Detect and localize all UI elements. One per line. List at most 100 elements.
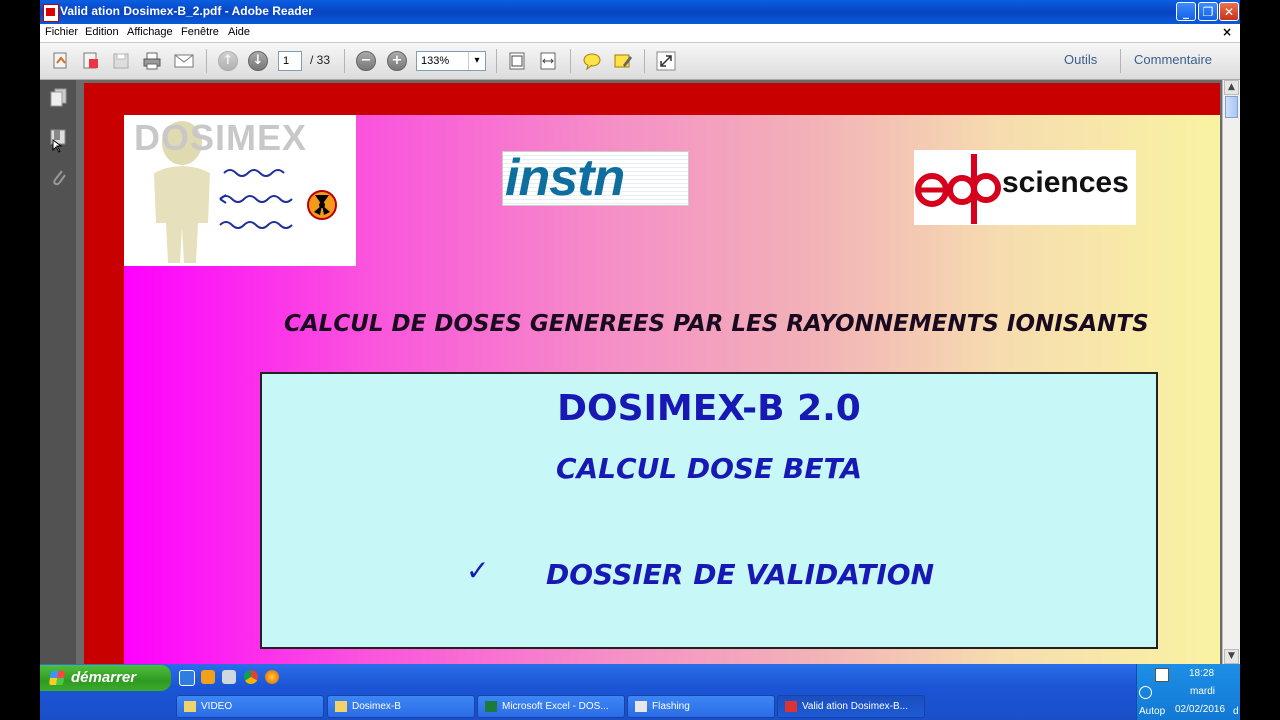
page-total: / 33 — [310, 53, 331, 67]
window-icon — [635, 701, 647, 712]
zoom-out-button[interactable]: − — [356, 51, 376, 71]
scroll-up-icon[interactable]: ▲ — [1224, 80, 1239, 95]
instn-logo-text: instn — [505, 149, 625, 207]
export-pdf-button[interactable] — [81, 51, 101, 71]
expand-arrows-icon — [656, 51, 676, 71]
tray-expand-icon[interactable] — [1139, 686, 1152, 699]
arrow-down-icon: ↓ — [252, 53, 264, 68]
paperclip-icon — [53, 170, 66, 186]
box-title: DOSIMEX-B 2.0 — [557, 388, 861, 429]
email-icon — [174, 54, 194, 68]
minus-icon: − — [360, 53, 372, 68]
edp-logo-mark — [915, 154, 1001, 224]
scrollbar-thumb[interactable] — [1225, 96, 1238, 118]
create-pdf-button[interactable] — [51, 51, 71, 71]
box-checklist-item: DOSSIER DE VALIDATION — [546, 558, 935, 591]
pages-icon — [50, 88, 67, 107]
minimize-button[interactable]: _ — [1176, 2, 1196, 21]
menu-item-aide[interactable]: Aide — [228, 26, 250, 38]
tray-app-icon[interactable] — [1155, 668, 1169, 682]
add-comment-button[interactable] — [582, 51, 602, 71]
tray-partial-label: Autop — [1139, 706, 1166, 717]
dosimex-logo-text: DOSIMEX — [134, 117, 308, 158]
clock-date: 02/02/2016 — [1175, 704, 1226, 715]
task-label: Flashing — [652, 701, 690, 712]
full-screen-button[interactable] — [656, 51, 676, 71]
edp-sciences-logo: sciences — [914, 150, 1136, 225]
highlight-button[interactable] — [613, 51, 633, 71]
start-button[interactable]: démarrer — [40, 665, 171, 691]
taskbar-item-dosimex-b[interactable]: Dosimex-B — [327, 695, 475, 718]
toolbar-separator — [570, 49, 571, 73]
window-title: Valid ation Dosimex-B_2.pdf - Adobe Read… — [60, 4, 313, 18]
document-close-button[interactable]: × — [1222, 25, 1232, 39]
close-button[interactable]: ✕ — [1219, 2, 1239, 21]
menu-item-affichage[interactable]: Affichage — [127, 26, 173, 38]
chevron-down-icon[interactable]: ▾ — [468, 52, 485, 70]
toolbar-separator — [496, 49, 497, 73]
task-label: Microsoft Excel - DOS... — [502, 701, 609, 712]
vertical-scrollbar[interactable]: ▲ ▼ — [1222, 80, 1240, 664]
tools-button[interactable]: Outils — [1064, 52, 1097, 67]
comment-pane-button[interactable]: Commentaire — [1134, 52, 1212, 67]
windows-flag-icon — [49, 671, 65, 685]
adobe-pdf-icon — [785, 701, 797, 712]
maximize-button[interactable]: ❐ — [1198, 2, 1218, 21]
previous-page-button[interactable]: ↑ — [218, 51, 238, 71]
document-headline: CALCUL DE DOSES GENEREES PAR LES RAYONNE… — [284, 311, 1149, 337]
dosimex-logo: DOSIMEX — [124, 115, 356, 266]
clock-time: 18:28 — [1189, 668, 1215, 679]
adobe-pdf-icon — [43, 4, 59, 22]
task-label: VIDEO — [201, 701, 233, 712]
save-icon — [113, 53, 129, 69]
menu-item-fichier[interactable]: Fichier — [45, 26, 78, 38]
bookmark-icon — [50, 129, 66, 153]
task-label: Dosimex-B — [352, 701, 401, 712]
zoom-value: 133% — [421, 55, 450, 67]
menu-item-fenetre[interactable]: Fenêtre — [181, 26, 219, 38]
chrome-icon[interactable] — [244, 670, 258, 684]
task-label: Valid ation Dosimex-B... — [802, 701, 908, 712]
toolbar-separator — [206, 49, 207, 73]
taskbar: démarrer VIDEO Dosimex-B Microsoft Excel… — [40, 664, 1240, 720]
export-pdf-icon — [83, 52, 98, 69]
attachments-button[interactable] — [50, 168, 66, 186]
instn-logo: instn — [502, 149, 689, 207]
firefox-icon[interactable] — [265, 670, 279, 684]
edp-sciences-text: sciences — [1002, 166, 1129, 199]
scroll-down-icon[interactable]: ▼ — [1224, 649, 1239, 664]
tray-partial-label-right: d — [1233, 706, 1239, 717]
toolbar-separator — [644, 49, 645, 73]
zoom-in-button[interactable]: + — [387, 51, 407, 71]
printer-icon — [143, 52, 161, 70]
checkmark-icon: ✓ — [466, 554, 490, 587]
title-bar: Valid ation Dosimex-B_2.pdf - Adobe Read… — [40, 0, 1240, 24]
fit-width-button[interactable] — [538, 51, 558, 71]
page-thumbnails-button[interactable] — [50, 88, 67, 107]
taskbar-item-excel[interactable]: Microsoft Excel - DOS... — [477, 695, 625, 718]
fit-page-icon — [509, 52, 525, 70]
taskbar-item-adobe-reader[interactable]: Valid ation Dosimex-B... — [777, 695, 925, 718]
fit-page-button[interactable] — [507, 51, 527, 71]
save-button[interactable] — [111, 51, 131, 71]
screen: Valid ation Dosimex-B_2.pdf - Adobe Read… — [40, 0, 1240, 720]
toolbar-separator — [1120, 49, 1121, 73]
page-number-input[interactable]: 1 — [278, 51, 302, 71]
show-desktop-icon[interactable] — [222, 670, 236, 684]
excel-icon — [485, 701, 497, 712]
taskbar-item-video[interactable]: VIDEO — [176, 695, 324, 718]
email-button[interactable] — [173, 51, 194, 71]
clock-day: mardi — [1190, 686, 1216, 697]
toolbar: ↑ ↓ 1 / 33 − + 133% ▾ Outils Commentaire — [40, 43, 1240, 80]
menu-item-edition[interactable]: Edition — [85, 26, 119, 38]
media-player-icon[interactable] — [201, 670, 215, 684]
zoom-select[interactable]: 133% ▾ — [416, 51, 486, 71]
comment-bubble-icon — [583, 53, 601, 71]
taskbar-item-flashing[interactable]: Flashing — [627, 695, 775, 718]
create-pdf-icon — [53, 52, 67, 69]
pdf-page: DOSIMEX instn sciences CALCUL DE DOSES G… — [84, 83, 1220, 664]
internet-explorer-icon[interactable] — [179, 670, 195, 686]
bookmarks-button[interactable] — [50, 128, 66, 153]
next-page-button[interactable]: ↓ — [248, 51, 268, 71]
print-button[interactable] — [142, 51, 162, 71]
